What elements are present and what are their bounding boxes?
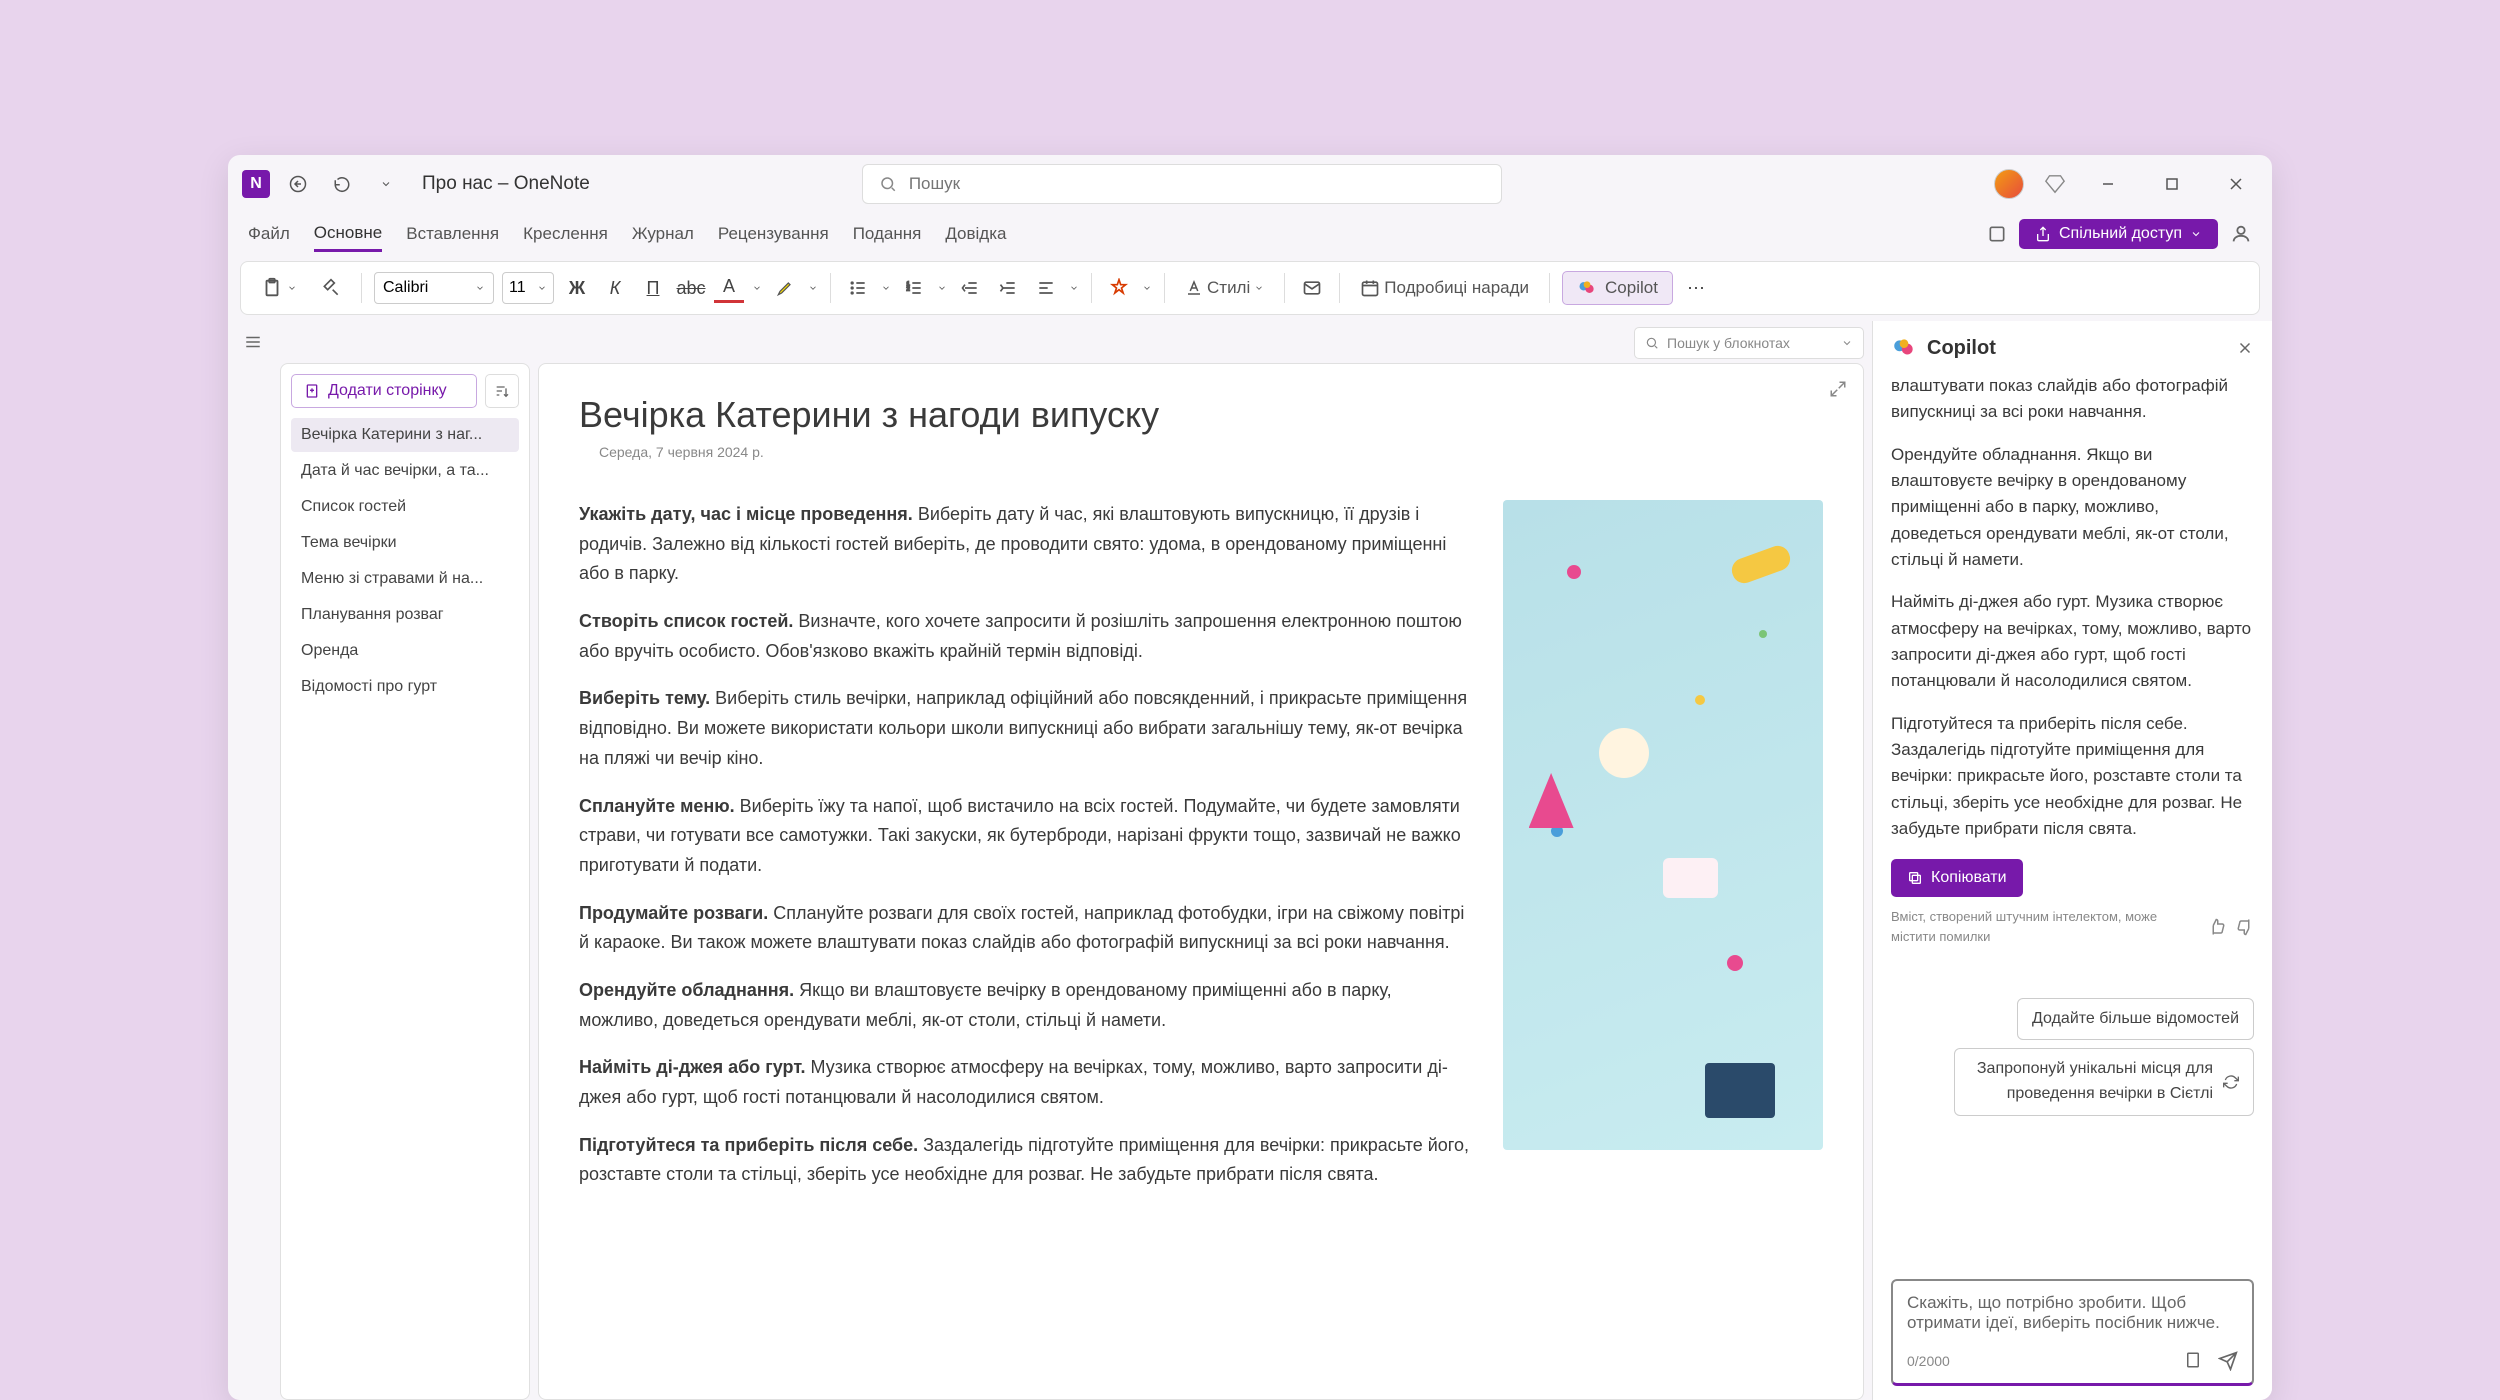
tab-draw[interactable]: Креслення	[523, 218, 608, 250]
paste-button[interactable]	[253, 270, 305, 306]
note-title[interactable]: Вечірка Катерини з нагоди випуску	[579, 394, 1823, 436]
copilot-ribbon-button[interactable]: Copilot	[1562, 271, 1673, 305]
expand-button[interactable]	[1829, 380, 1847, 398]
fullscreen-icon[interactable]	[1987, 224, 2007, 244]
bullet-list-button[interactable]	[843, 273, 873, 303]
thumbs-up-button[interactable]	[2208, 918, 2226, 936]
meeting-details-button[interactable]: Подробиці наради	[1352, 270, 1537, 306]
tab-view[interactable]: Подання	[853, 218, 922, 250]
search-icon	[1645, 336, 1659, 350]
tab-home[interactable]: Основне	[314, 217, 382, 252]
copy-button[interactable]: Копіювати	[1891, 859, 2023, 898]
underline-button[interactable]: П	[638, 273, 668, 303]
onenote-app-icon: N	[242, 170, 270, 198]
note-date: Середа, 7 червня 2024 р.	[599, 444, 1823, 460]
bold-button[interactable]: Ж	[562, 273, 592, 303]
ai-disclaimer-text: Вміст, створений штучним інтелектом, мож…	[1891, 907, 2198, 947]
page-item[interactable]: Список гостей	[291, 490, 519, 524]
font-color-button[interactable]: A	[714, 273, 744, 303]
sort-pages-button[interactable]	[485, 374, 519, 408]
tag-button[interactable]	[1104, 273, 1134, 303]
note-text[interactable]: Укажіть дату, час і місце проведення. Ви…	[579, 500, 1473, 1208]
more-options-button[interactable]: ⋯	[1681, 273, 1711, 303]
minimize-button[interactable]	[2086, 168, 2130, 200]
note-image	[1503, 500, 1823, 1150]
tab-history[interactable]: Журнал	[632, 218, 694, 250]
note-canvas[interactable]: Вечірка Катерини з нагоди випуску Середа…	[538, 363, 1864, 1400]
align-button[interactable]	[1031, 273, 1061, 303]
maximize-button[interactable]	[2150, 168, 2194, 200]
search-notebooks-box[interactable]: Пошук у блокнотах	[1634, 327, 1864, 359]
back-button[interactable]	[282, 168, 314, 200]
indent-button[interactable]	[993, 273, 1023, 303]
strikethrough-button[interactable]: abc	[676, 273, 706, 303]
copilot-close-button[interactable]	[2236, 339, 2254, 357]
copilot-title: Copilot	[1927, 337, 2226, 360]
ribbon-toolbar: Calibri 11 Ж К П abc A 12 Стилі	[240, 261, 2260, 315]
format-painter-button[interactable]	[313, 270, 349, 306]
undo-button[interactable]	[326, 168, 358, 200]
copilot-messages: влаштувати показ слайдів або фотографій …	[1891, 373, 2254, 1279]
guide-button[interactable]	[2184, 1351, 2202, 1371]
italic-button[interactable]: К	[600, 273, 630, 303]
tab-help[interactable]: Довідка	[945, 218, 1006, 250]
tab-file[interactable]: Файл	[248, 218, 290, 250]
font-size-select[interactable]: 11	[502, 272, 554, 304]
add-page-icon	[304, 383, 320, 399]
numbered-list-button[interactable]: 12	[899, 273, 929, 303]
add-page-button[interactable]: Додати сторінку	[291, 374, 477, 408]
page-item[interactable]: Тема вечірки	[291, 526, 519, 560]
svg-text:2: 2	[907, 287, 910, 293]
suggestion-chip[interactable]: Додайте більше відомостей	[2017, 998, 2254, 1041]
page-item[interactable]: Вечірка Катерини з наг...	[291, 418, 519, 452]
search-input[interactable]	[909, 174, 1485, 194]
outdent-button[interactable]	[955, 273, 985, 303]
page-item[interactable]: Відомості про гурт	[291, 670, 519, 704]
copy-icon	[1907, 870, 1923, 886]
user-avatar[interactable]	[1994, 169, 2024, 199]
mail-button[interactable]	[1297, 273, 1327, 303]
page-item[interactable]: Дата й час вечірки, а та...	[291, 454, 519, 488]
page-item[interactable]: Оренда	[291, 634, 519, 668]
app-window: N Про нас – OneNote Файл Основне Вставле…	[228, 155, 2272, 1400]
char-counter: 0/2000	[1907, 1353, 1950, 1369]
suggestion-chip[interactable]: Запропонуй унікальні місця для проведенн…	[1954, 1048, 2254, 1116]
search-icon	[879, 175, 897, 193]
window-title: Про нас – OneNote	[422, 173, 590, 195]
page-item[interactable]: Планування розваг	[291, 598, 519, 632]
copilot-input-box[interactable]: Скажіть, що потрібно зробити. Щоб отрима…	[1891, 1279, 2254, 1386]
styles-button[interactable]: Стилі	[1177, 270, 1272, 306]
copilot-icon	[1577, 278, 1597, 298]
close-button[interactable]	[2214, 168, 2258, 200]
contact-icon[interactable]	[2230, 223, 2252, 245]
send-button[interactable]	[2218, 1351, 2238, 1371]
tab-insert[interactable]: Вставлення	[406, 218, 499, 250]
page-item[interactable]: Меню зі стравами й на...	[291, 562, 519, 596]
page-list-sidebar: Додати сторінку Вечірка Катерини з наг..…	[280, 363, 530, 1400]
font-family-select[interactable]: Calibri	[374, 272, 494, 304]
refresh-suggestion-icon[interactable]	[2223, 1074, 2239, 1090]
share-button[interactable]: Спільний доступ	[2019, 219, 2218, 249]
copilot-logo-icon	[1891, 335, 1917, 361]
copilot-input-placeholder: Скажіть, що потрібно зробити. Щоб отрима…	[1907, 1293, 2238, 1333]
tab-review[interactable]: Рецензування	[718, 218, 829, 250]
copilot-panel: Copilot влаштувати показ слайдів або фот…	[1872, 321, 2272, 1400]
titlebar: N Про нас – OneNote	[228, 155, 2272, 213]
share-icon	[2035, 226, 2051, 242]
thumbs-down-button[interactable]	[2236, 918, 2254, 936]
qat-dropdown[interactable]	[370, 168, 402, 200]
ribbon-tabs: Файл Основне Вставлення Креслення Журнал…	[228, 213, 2272, 255]
hamburger-menu[interactable]	[228, 321, 268, 1400]
highlight-button[interactable]	[770, 273, 800, 303]
premium-icon[interactable]	[2044, 173, 2066, 195]
search-box[interactable]	[862, 164, 1502, 204]
